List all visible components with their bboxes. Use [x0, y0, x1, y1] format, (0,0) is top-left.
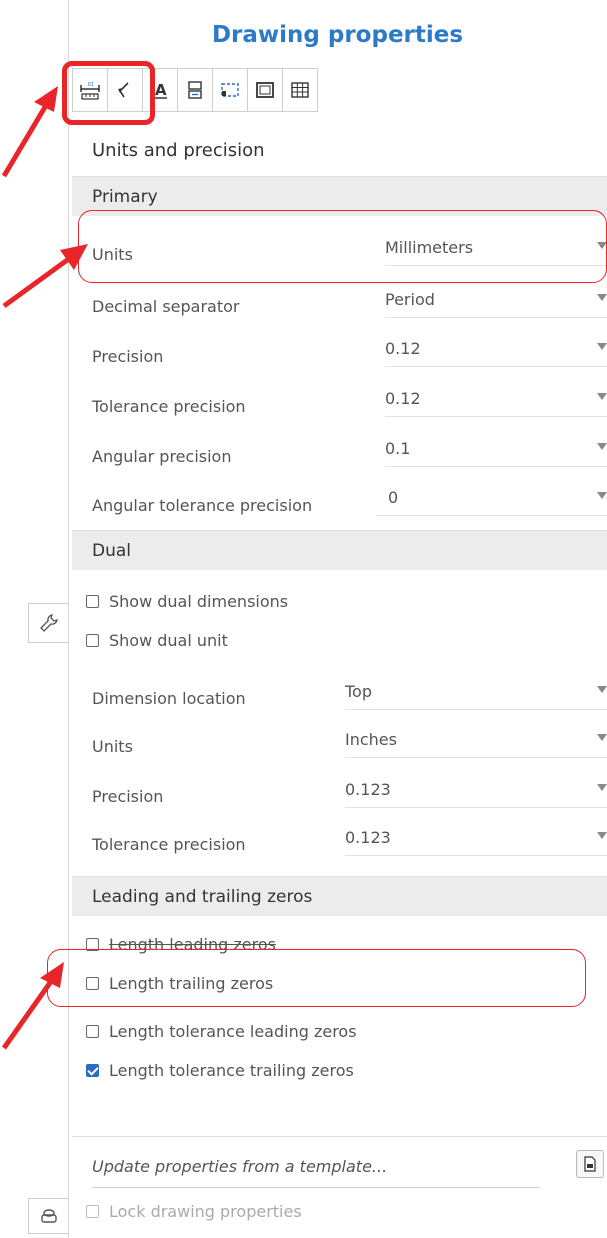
dual-tolerance-precision-dropdown[interactable]: 0.123	[345, 822, 607, 856]
precision-dropdown[interactable]: 0.12	[385, 333, 607, 367]
checkbox-label: Length tolerance trailing zeros	[109, 1061, 354, 1080]
dual-tolerance-precision-label: Tolerance precision	[92, 835, 246, 854]
panel-title: Drawing properties	[211, 22, 464, 48]
chevron-down-icon	[597, 784, 607, 791]
precision-label: Precision	[92, 347, 164, 366]
border-tab[interactable]	[247, 68, 283, 112]
angular-precision-dropdown[interactable]: 0.1	[385, 433, 607, 467]
units-highlight-box	[78, 210, 607, 283]
dual-precision-dropdown[interactable]: 0.123	[345, 774, 607, 808]
dual-section-header: Dual	[72, 530, 607, 570]
svg-text:A: A	[155, 81, 167, 99]
measure-side-button[interactable]	[28, 1198, 68, 1234]
show-dual-unit-checkbox[interactable]: Show dual unit	[86, 631, 228, 650]
decimal-separator-dropdown[interactable]: Period	[385, 284, 607, 318]
angular-tolerance-precision-label: Angular tolerance precision	[92, 496, 313, 515]
checkbox-label: Lock drawing properties	[109, 1202, 302, 1221]
dropdown-value: 0	[388, 488, 399, 507]
dropdown-value: Top	[345, 682, 372, 701]
checkbox-box	[86, 634, 99, 647]
checkbox-label: Length tolerance leading zeros	[109, 1022, 357, 1041]
frame-tab[interactable]	[212, 68, 248, 112]
chevron-down-icon	[597, 443, 607, 450]
arrow-to-toolbar	[1, 86, 58, 178]
chevron-down-icon	[597, 492, 607, 499]
dual-precision-label: Precision	[92, 787, 164, 806]
tolerance-precision-label: Tolerance precision	[92, 397, 246, 416]
table-grid-icon	[291, 82, 309, 98]
checkbox-box	[86, 1025, 99, 1038]
import-template-button[interactable]	[576, 1150, 604, 1178]
wrench-icon	[39, 614, 58, 632]
chevron-down-icon	[597, 832, 607, 839]
layout-tab[interactable]	[177, 68, 213, 112]
checkbox-checked	[86, 1064, 99, 1077]
show-dual-dimensions-checkbox[interactable]: Show dual dimensions	[86, 592, 288, 611]
stacked-boxes-icon	[188, 81, 202, 99]
dropdown-value: Period	[385, 290, 435, 309]
chevron-down-icon	[597, 294, 607, 301]
dashed-frame-icon	[221, 83, 239, 97]
dual-units-label: Units	[92, 737, 133, 756]
section-subtitle: Units and precision	[92, 140, 265, 161]
wrench-side-button[interactable]	[28, 603, 68, 643]
template-input[interactable]: Update properties from a template...	[92, 1152, 540, 1188]
checkbox-box	[86, 1205, 99, 1218]
dimension-location-dropdown[interactable]: Top	[345, 676, 607, 710]
table-tab[interactable]	[282, 68, 318, 112]
chevron-down-icon	[597, 686, 607, 693]
arrow-to-units	[2, 244, 88, 309]
chevron-down-icon	[597, 734, 607, 741]
decimal-separator-label: Decimal separator	[92, 297, 240, 316]
footer-divider	[72, 1136, 607, 1137]
toolbar-highlight-box	[62, 61, 155, 125]
dropdown-value: 0.12	[385, 389, 421, 408]
chevron-down-icon	[597, 343, 607, 350]
tolerance-precision-dropdown[interactable]: 0.12	[385, 383, 607, 417]
border-box-icon	[256, 82, 274, 98]
length-tolerance-trailing-zeros-checkbox[interactable]: Length tolerance trailing zeros	[86, 1061, 354, 1080]
checkbox-box	[86, 595, 99, 608]
dropdown-value: 0.12	[385, 339, 421, 358]
trailing-zeros-highlight-box	[47, 949, 586, 1007]
dropdown-value: Inches	[345, 730, 397, 749]
angular-precision-label: Angular precision	[92, 447, 232, 466]
arrow-to-trailing-zeros	[1, 962, 64, 1050]
dropdown-value: 0.123	[345, 828, 391, 847]
dual-units-dropdown[interactable]: Inches	[345, 724, 607, 758]
tape-measure-icon	[40, 1209, 57, 1223]
checkbox-label: Show dual unit	[109, 631, 228, 650]
document-import-icon	[584, 1156, 596, 1172]
chevron-down-icon	[597, 393, 607, 400]
lock-drawing-properties-checkbox[interactable]: Lock drawing properties	[86, 1202, 302, 1221]
dropdown-value: 0.123	[345, 780, 391, 799]
zeros-section-header: Leading and trailing zeros	[72, 876, 607, 916]
dimension-location-label: Dimension location	[92, 689, 246, 708]
angular-tolerance-precision-dropdown[interactable]: 0	[376, 482, 607, 516]
dropdown-value: 0.1	[385, 439, 411, 458]
checkbox-label: Show dual dimensions	[109, 592, 289, 611]
length-tolerance-leading-zeros-checkbox[interactable]: Length tolerance leading zeros	[86, 1022, 357, 1041]
